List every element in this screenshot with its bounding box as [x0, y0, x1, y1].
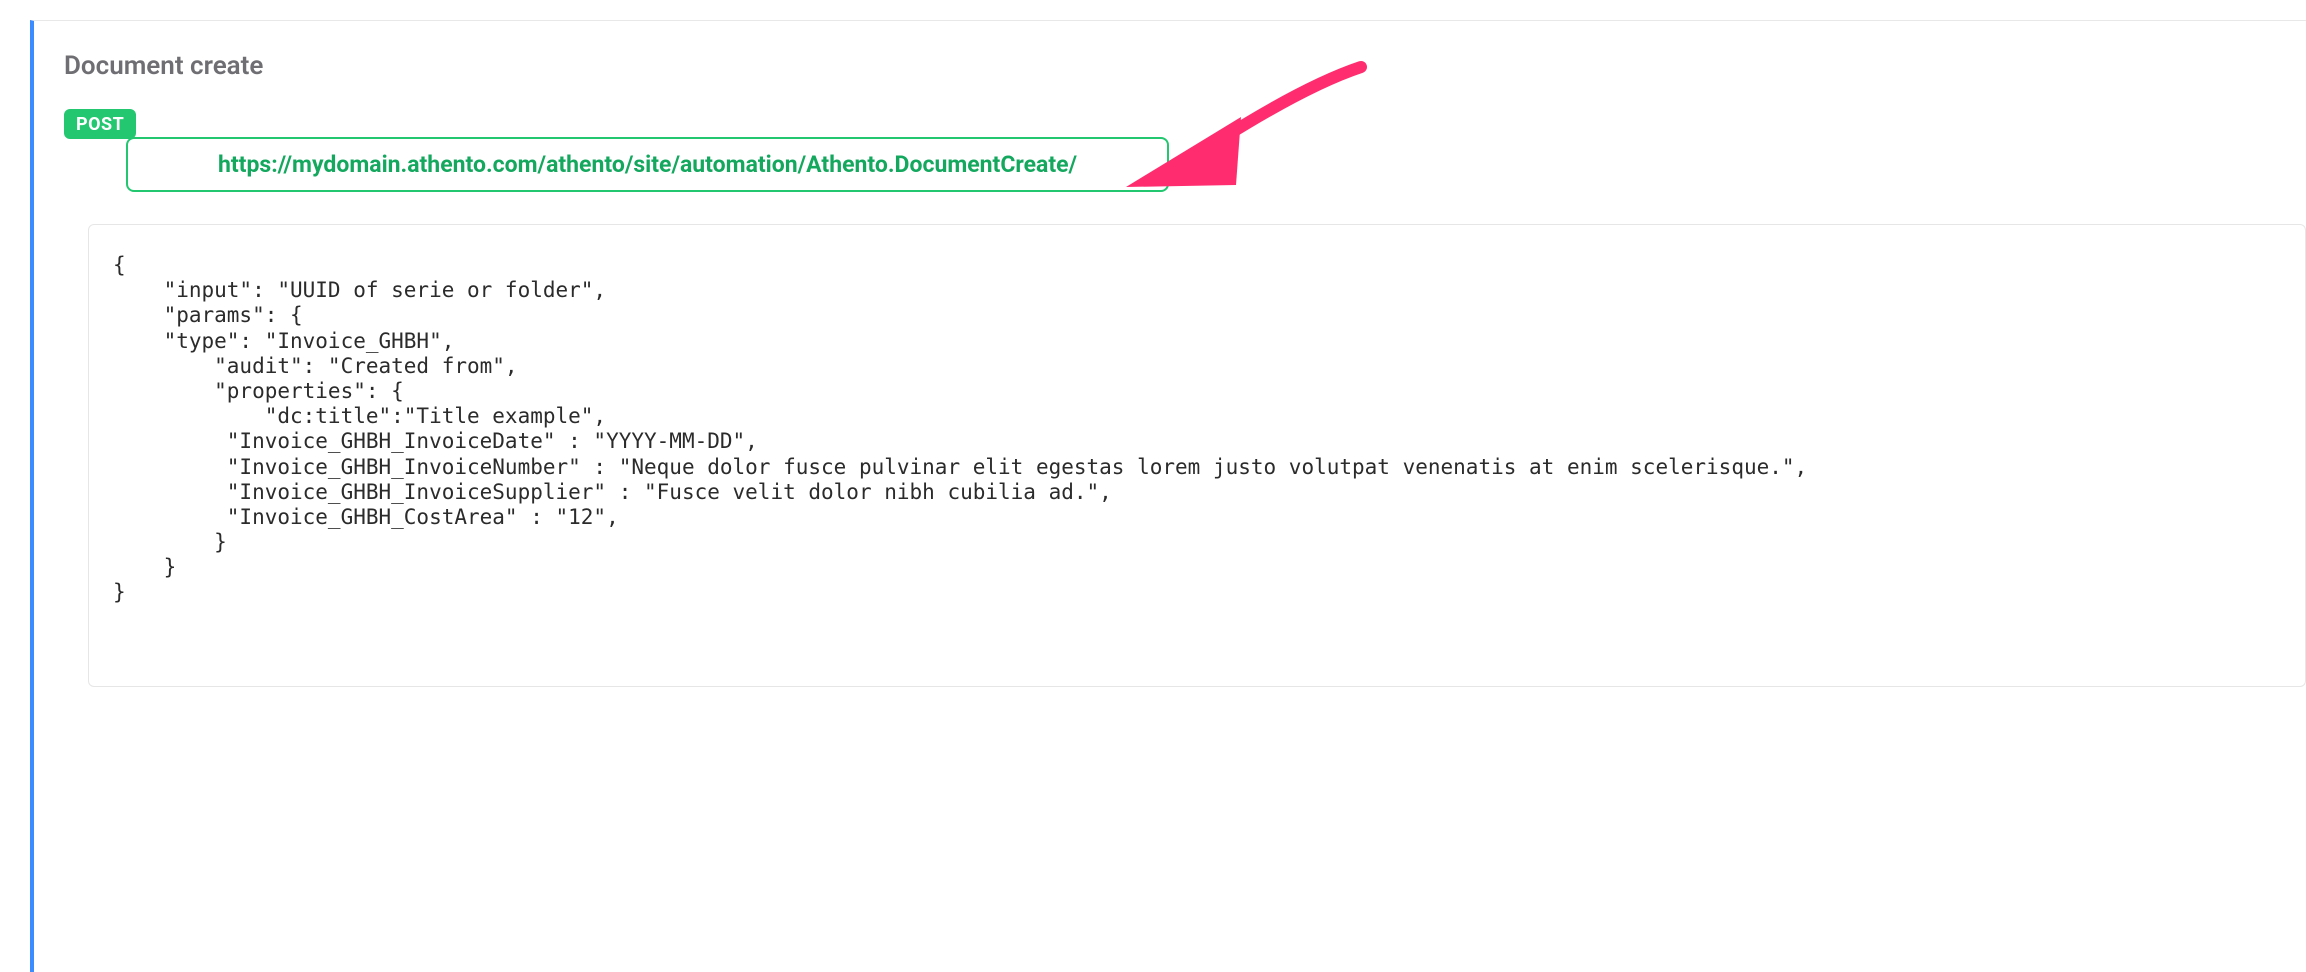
section-title: Document create [64, 51, 2306, 81]
endpoint-row: https://mydomain.athento.com/athento/sit… [126, 137, 2306, 192]
endpoint-url: https://mydomain.athento.com/athento/sit… [126, 137, 1169, 192]
api-section: Document create POST https://mydomain.at… [30, 20, 2306, 972]
http-method-badge: POST [64, 109, 136, 139]
request-body-code: { "input": "UUID of serie or folder", "p… [88, 224, 2306, 687]
